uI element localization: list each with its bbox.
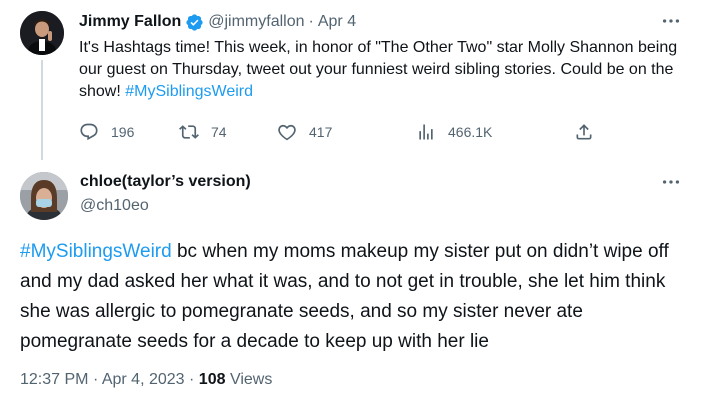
reply-tweet-time[interactable]: 12:37 PM [20, 371, 88, 388]
avatar-image-icon [20, 172, 68, 220]
reply-author-name[interactable]: chloe(taylor’s version) [80, 173, 251, 191]
more-options-icon[interactable] [660, 10, 682, 32]
thread-connector-line [41, 60, 43, 160]
retweet-count: 74 [211, 124, 227, 140]
reply-icon [80, 123, 98, 141]
retweet-button[interactable]: 74 [179, 118, 227, 146]
verified-badge-icon [186, 13, 203, 31]
reply-tweet-metadata: 12:37 PM · Apr 4, 2023 · 108 Views [20, 371, 272, 389]
share-button[interactable] [574, 118, 606, 146]
reply-views-label: Views [229, 371, 273, 388]
like-count: 417 [309, 124, 333, 140]
parent-action-bar: 196 74 417 466.1K [79, 118, 599, 146]
parent-tweet-text: It's Hashtags time! This week, in honor … [79, 37, 689, 103]
like-button[interactable]: 417 [277, 118, 332, 146]
parent-tweet-header: Jimmy Fallon @jimmyfallon · Apr 4 [79, 11, 356, 33]
retweet-icon [179, 125, 199, 139]
views-count: 466.1K [448, 124, 493, 140]
parent-author-avatar[interactable] [20, 11, 64, 55]
reply-author-avatar[interactable] [20, 172, 68, 220]
reply-tweet-text: #MySiblingsWeird bc when my moms makeup … [20, 237, 700, 357]
reply-count: 196 [111, 124, 135, 140]
views-button[interactable]: 466.1K [416, 118, 492, 146]
analytics-bar-icon [419, 124, 433, 140]
meta-separator: · [92, 371, 99, 388]
parent-hashtag-link[interactable]: #MySiblingsWeird [125, 83, 253, 100]
meta-separator: · [189, 371, 195, 388]
avatar-image-icon [20, 11, 64, 55]
parent-author-name[interactable]: Jimmy Fallon [79, 13, 181, 31]
parent-tweet-date[interactable]: Apr 4 [318, 13, 356, 31]
reply-tweet: chloe(taylor’s version) @ch10eo #MySibli… [0, 160, 728, 410]
parent-author-handle[interactable]: @jimmyfallon [208, 13, 304, 31]
reply-author-handle[interactable]: @ch10eo [80, 197, 149, 215]
parent-tweet[interactable]: Jimmy Fallon @jimmyfallon · Apr 4 It's H… [0, 0, 728, 160]
reply-button[interactable]: 196 [79, 118, 134, 146]
reply-views-count: 108 [198, 371, 226, 388]
more-options-icon[interactable] [660, 171, 682, 193]
header-separator: · [308, 13, 314, 30]
reply-tweet-date[interactable]: Apr 4, 2023 [102, 371, 185, 388]
share-icon [576, 124, 592, 140]
reply-hashtag-link[interactable]: #MySiblingsWeird [20, 241, 172, 262]
heart-icon [278, 124, 296, 141]
